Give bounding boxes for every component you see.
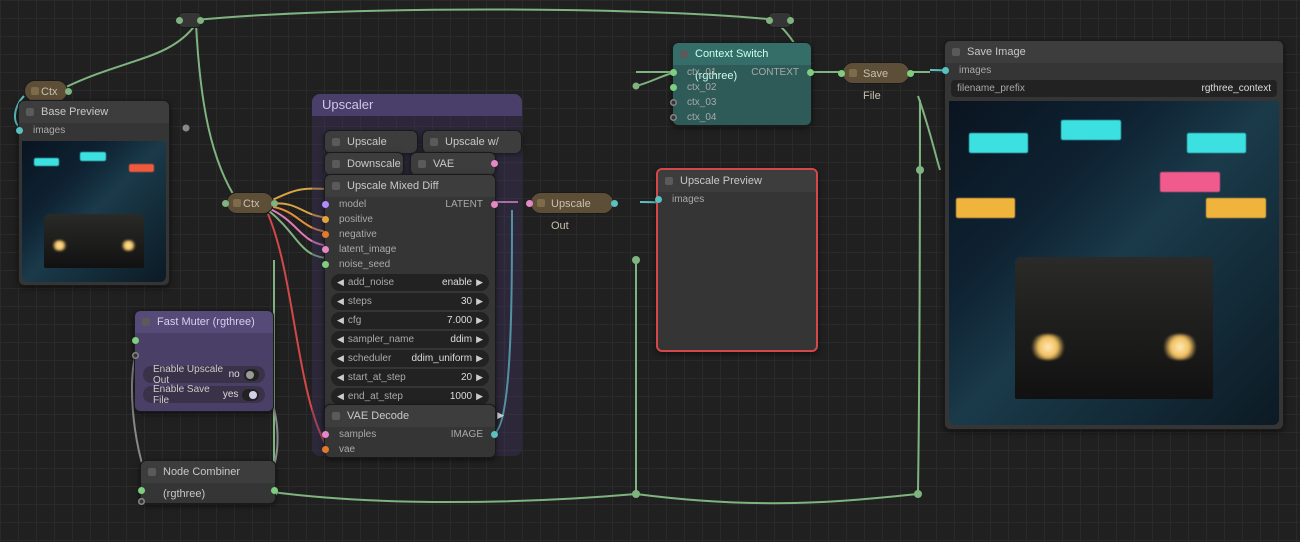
upscale-out-label: Upscale Out: [551, 198, 591, 232]
fast-muter-node[interactable]: Fast Muter (rgthree) Enable Upscale Out …: [134, 310, 274, 412]
fast-muter-title: Fast Muter (rgthree): [135, 311, 273, 333]
save-file-node[interactable]: Save File: [842, 62, 910, 84]
widget-steps[interactable]: ◀steps30▶: [331, 293, 489, 310]
ctx-node-top[interactable]: Ctx: [24, 80, 68, 102]
widget-add-noise[interactable]: ◀add_noiseenable▶: [331, 274, 489, 291]
upscale-preview-node[interactable]: Upscale Preview images: [656, 168, 818, 352]
node-combiner-title: Node Combiner (rgthree): [141, 461, 275, 483]
context-switch-node[interactable]: Context Switch (rgthree) ctx_01 CONTEXT …: [672, 42, 812, 126]
upscale-out-node[interactable]: Upscale Out: [530, 192, 614, 214]
upscaler-group-title: Upscaler: [312, 94, 522, 116]
widget-sampler[interactable]: ◀sampler_nameddim▶: [331, 331, 489, 348]
reroute-top-right[interactable]: [768, 12, 792, 28]
upscale-with-model-node[interactable]: Upscale w/ Model: [422, 130, 522, 152]
vae-encode-title: VAE Encode: [411, 153, 495, 175]
node-combiner-node[interactable]: Node Combiner (rgthree): [140, 460, 276, 504]
widget-cfg[interactable]: ◀cfg7.000▶: [331, 312, 489, 329]
mixed-diff-title: Upscale Mixed Diff: [325, 175, 495, 197]
toggle-upscale-out[interactable]: Enable Upscale Out no: [143, 366, 265, 383]
vae-encode-node[interactable]: VAE Encode: [410, 152, 496, 174]
upscale-with-model-title: Upscale w/ Model: [423, 131, 521, 153]
vae-decode-node[interactable]: VAE Decode samples IMAGE vae: [324, 404, 496, 458]
reroute-top-left[interactable]: [178, 12, 202, 28]
downscale-node[interactable]: Downscale: [324, 152, 404, 174]
downscale-title: Downscale: [325, 153, 403, 175]
upscale-model-title: Upscale Model: [325, 131, 417, 153]
save-image-node[interactable]: Save Image images filename_prefix rgthre…: [944, 40, 1284, 430]
base-preview-node[interactable]: Base Preview images: [18, 100, 170, 286]
upscale-preview-title: Upscale Preview: [658, 170, 816, 192]
base-preview-image: [22, 141, 166, 282]
base-preview-title: Base Preview: [19, 101, 169, 123]
save-image-title: Save Image: [945, 41, 1283, 63]
context-switch-title: Context Switch (rgthree): [673, 43, 811, 65]
upscale-model-node[interactable]: Upscale Model: [324, 130, 418, 152]
toggle-save-file[interactable]: Enable Save File yes: [143, 386, 265, 403]
save-file-label: Save File: [863, 68, 888, 102]
vae-decode-title: VAE Decode: [325, 405, 495, 427]
base-preview-input: images: [19, 123, 169, 138]
widget-end-step[interactable]: ◀end_at_step1000▶: [331, 388, 489, 405]
ctx-label: Ctx: [243, 198, 260, 210]
ctx-node-mid[interactable]: Ctx: [226, 192, 274, 214]
save-image-preview: [949, 101, 1279, 425]
widget-scheduler[interactable]: ◀schedulerddim_uniform▶: [331, 350, 489, 367]
toggle-knob-icon: [244, 369, 259, 381]
ctx-label: Ctx: [41, 86, 58, 98]
upscale-mixed-diff-node[interactable]: Upscale Mixed Diff model LATENT positive…: [324, 174, 496, 427]
toggle-knob-icon: [242, 389, 259, 401]
widget-start-step[interactable]: ◀start_at_step20▶: [331, 369, 489, 386]
filename-prefix-field[interactable]: filename_prefix rgthree_context: [951, 80, 1277, 97]
